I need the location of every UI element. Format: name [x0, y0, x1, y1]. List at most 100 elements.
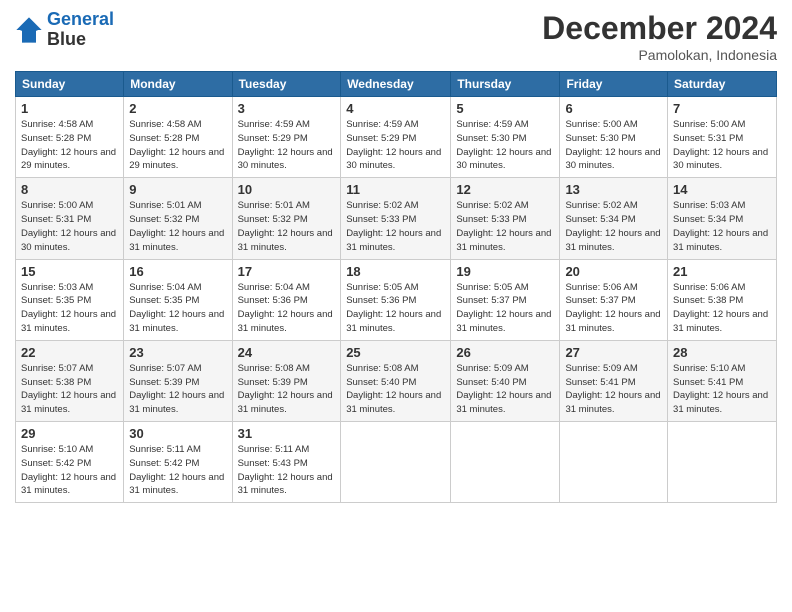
calendar-cell — [668, 422, 777, 503]
calendar-cell: 16 Sunrise: 5:04 AMSunset: 5:35 PMDayligh… — [124, 259, 232, 340]
day-info: Sunrise: 5:06 AMSunset: 5:38 PMDaylight:… — [673, 282, 768, 334]
day-number: 24 — [238, 345, 336, 360]
day-number: 21 — [673, 264, 771, 279]
calendar-cell: 17 Sunrise: 5:04 AMSunset: 5:36 PMDayligh… — [232, 259, 341, 340]
logo: GeneralBlue — [15, 10, 114, 50]
calendar-cell: 14 Sunrise: 5:03 AMSunset: 5:34 PMDayligh… — [668, 178, 777, 259]
day-info: Sunrise: 5:04 AMSunset: 5:35 PMDaylight:… — [129, 282, 224, 334]
calendar-cell: 30 Sunrise: 5:11 AMSunset: 5:42 PMDayligh… — [124, 422, 232, 503]
day-number: 1 — [21, 101, 118, 116]
day-number: 15 — [21, 264, 118, 279]
calendar-day-header: Monday — [124, 72, 232, 97]
location: Pamolokan, Indonesia — [542, 47, 777, 63]
calendar-week-row: 29 Sunrise: 5:10 AMSunset: 5:42 PMDayligh… — [16, 422, 777, 503]
calendar-cell: 1Sunrise: 4:58 AMSunset: 5:28 PMDaylight… — [16, 97, 124, 178]
day-info: Sunrise: 5:08 AMSunset: 5:40 PMDaylight:… — [346, 363, 441, 415]
calendar-cell: 15 Sunrise: 5:03 AMSunset: 5:35 PMDayligh… — [16, 259, 124, 340]
calendar-day-header: Saturday — [668, 72, 777, 97]
calendar-header-row: SundayMondayTuesdayWednesdayThursdayFrid… — [16, 72, 777, 97]
day-number: 9 — [129, 182, 226, 197]
day-number: 13 — [565, 182, 662, 197]
calendar-cell: 12 Sunrise: 5:02 AMSunset: 5:33 PMDayligh… — [451, 178, 560, 259]
day-number: 10 — [238, 182, 336, 197]
day-number: 8 — [21, 182, 118, 197]
calendar-cell: 26Sunrise: 5:09 AMSunset: 5:40 PMDayligh… — [451, 340, 560, 421]
page: GeneralBlue December 2024 Pamolokan, Ind… — [0, 0, 792, 612]
day-number: 12 — [456, 182, 554, 197]
day-info: Sunrise: 5:07 AMSunset: 5:39 PMDaylight:… — [129, 363, 224, 415]
day-info: Sunrise: 5:07 AMSunset: 5:38 PMDaylight:… — [21, 363, 116, 415]
day-number: 5 — [456, 101, 554, 116]
day-info: Sunrise: 5:00 AMSunset: 5:30 PMDaylight:… — [565, 119, 660, 171]
calendar-week-row: 1 Sunrise: 4:58 AMSunset: 5:28 PMDaylight… — [16, 97, 777, 178]
month-title: December 2024 — [542, 10, 777, 47]
calendar-cell: 25 Sunrise: 5:08 AMSunset: 5:40 PMDayligh… — [341, 340, 451, 421]
calendar-cell: 18 Sunrise: 5:05 AMSunset: 5:36 PMDayligh… — [341, 259, 451, 340]
calendar-cell: 4 Sunrise: 4:59 AMSunset: 5:29 PMDaylight… — [341, 97, 451, 178]
day-number: 16 — [129, 264, 226, 279]
day-info: Sunrise: 5:02 AMSunset: 5:33 PMDaylight:… — [456, 200, 551, 252]
day-number: 29 — [21, 426, 118, 441]
day-number: 4 — [346, 101, 445, 116]
calendar-cell — [451, 422, 560, 503]
calendar-cell: 11 Sunrise: 5:02 AMSunset: 5:33 PMDayligh… — [341, 178, 451, 259]
calendar-cell: 6 Sunrise: 5:00 AMSunset: 5:30 PMDaylight… — [560, 97, 668, 178]
calendar-week-row: 8 Sunrise: 5:00 AMSunset: 5:31 PMDaylight… — [16, 178, 777, 259]
day-info: Sunrise: 4:58 AMSunset: 5:28 PMDaylight:… — [129, 119, 224, 171]
day-info: Sunrise: 4:59 AMSunset: 5:29 PMDaylight:… — [346, 119, 441, 171]
calendar-day-header: Sunday — [16, 72, 124, 97]
calendar-cell: 5 Sunrise: 4:59 AMSunset: 5:30 PMDaylight… — [451, 97, 560, 178]
header: GeneralBlue December 2024 Pamolokan, Ind… — [15, 10, 777, 63]
calendar-cell: 23 Sunrise: 5:07 AMSunset: 5:39 PMDayligh… — [124, 340, 232, 421]
day-number: 25 — [346, 345, 445, 360]
day-info: Sunrise: 5:02 AMSunset: 5:34 PMDaylight:… — [565, 200, 660, 252]
day-number: 26 — [456, 345, 554, 360]
day-info: Sunrise: 5:10 AMSunset: 5:42 PMDaylight:… — [21, 444, 116, 496]
calendar-week-row: 22 Sunrise: 5:07 AMSunset: 5:38 PMDayligh… — [16, 340, 777, 421]
day-info: Sunrise: 5:03 AMSunset: 5:34 PMDaylight:… — [673, 200, 768, 252]
day-number: 11 — [346, 182, 445, 197]
day-info: Sunrise: 5:01 AMSunset: 5:32 PMDaylight:… — [238, 200, 333, 252]
day-number: 18 — [346, 264, 445, 279]
calendar-day-header: Thursday — [451, 72, 560, 97]
day-number: 20 — [565, 264, 662, 279]
day-number: 19 — [456, 264, 554, 279]
day-info: Sunrise: 5:11 AMSunset: 5:43 PMDaylight:… — [238, 444, 333, 496]
calendar-cell: 2 Sunrise: 4:58 AMSunset: 5:28 PMDaylight… — [124, 97, 232, 178]
day-number: 2 — [129, 101, 226, 116]
day-info: Sunrise: 5:05 AMSunset: 5:37 PMDaylight:… — [456, 282, 551, 334]
calendar-week-row: 15 Sunrise: 5:03 AMSunset: 5:35 PMDayligh… — [16, 259, 777, 340]
day-number: 3 — [238, 101, 336, 116]
day-number: 22 — [21, 345, 118, 360]
calendar-cell: 22 Sunrise: 5:07 AMSunset: 5:38 PMDayligh… — [16, 340, 124, 421]
day-info: Sunrise: 5:03 AMSunset: 5:35 PMDaylight:… — [21, 282, 116, 334]
calendar-cell: 27 Sunrise: 5:09 AMSunset: 5:41 PMDayligh… — [560, 340, 668, 421]
calendar-cell: 31 Sunrise: 5:11 AMSunset: 5:43 PMDayligh… — [232, 422, 341, 503]
calendar-day-header: Wednesday — [341, 72, 451, 97]
day-info: Sunrise: 4:59 AMSunset: 5:30 PMDaylight:… — [456, 119, 551, 171]
calendar-cell: 19 Sunrise: 5:05 AMSunset: 5:37 PMDayligh… — [451, 259, 560, 340]
day-info: Sunrise: 5:11 AMSunset: 5:42 PMDaylight:… — [129, 444, 224, 496]
day-info: Sunrise: 5:09 AMSunset: 5:41 PMDaylight:… — [565, 363, 660, 415]
calendar-cell: 7Sunrise: 5:00 AMSunset: 5:31 PMDaylight… — [668, 97, 777, 178]
day-info: Sunrise: 5:05 AMSunset: 5:36 PMDaylight:… — [346, 282, 441, 334]
day-number: 31 — [238, 426, 336, 441]
day-info: Sunrise: 5:02 AMSunset: 5:33 PMDaylight:… — [346, 200, 441, 252]
day-number: 14 — [673, 182, 771, 197]
calendar-day-header: Tuesday — [232, 72, 341, 97]
calendar-cell: 20Sunrise: 5:06 AMSunset: 5:37 PMDayligh… — [560, 259, 668, 340]
day-number: 27 — [565, 345, 662, 360]
logo-icon — [15, 16, 43, 44]
calendar: SundayMondayTuesdayWednesdayThursdayFrid… — [15, 71, 777, 503]
calendar-cell: 21 Sunrise: 5:06 AMSunset: 5:38 PMDayligh… — [668, 259, 777, 340]
calendar-cell: 29 Sunrise: 5:10 AMSunset: 5:42 PMDayligh… — [16, 422, 124, 503]
day-info: Sunrise: 5:04 AMSunset: 5:36 PMDaylight:… — [238, 282, 333, 334]
day-info: Sunrise: 5:00 AMSunset: 5:31 PMDaylight:… — [673, 119, 768, 171]
logo-text: GeneralBlue — [47, 10, 114, 50]
day-number: 17 — [238, 264, 336, 279]
title-section: December 2024 Pamolokan, Indonesia — [542, 10, 777, 63]
day-number: 23 — [129, 345, 226, 360]
day-number: 6 — [565, 101, 662, 116]
day-number: 30 — [129, 426, 226, 441]
day-info: Sunrise: 5:00 AMSunset: 5:31 PMDaylight:… — [21, 200, 116, 252]
